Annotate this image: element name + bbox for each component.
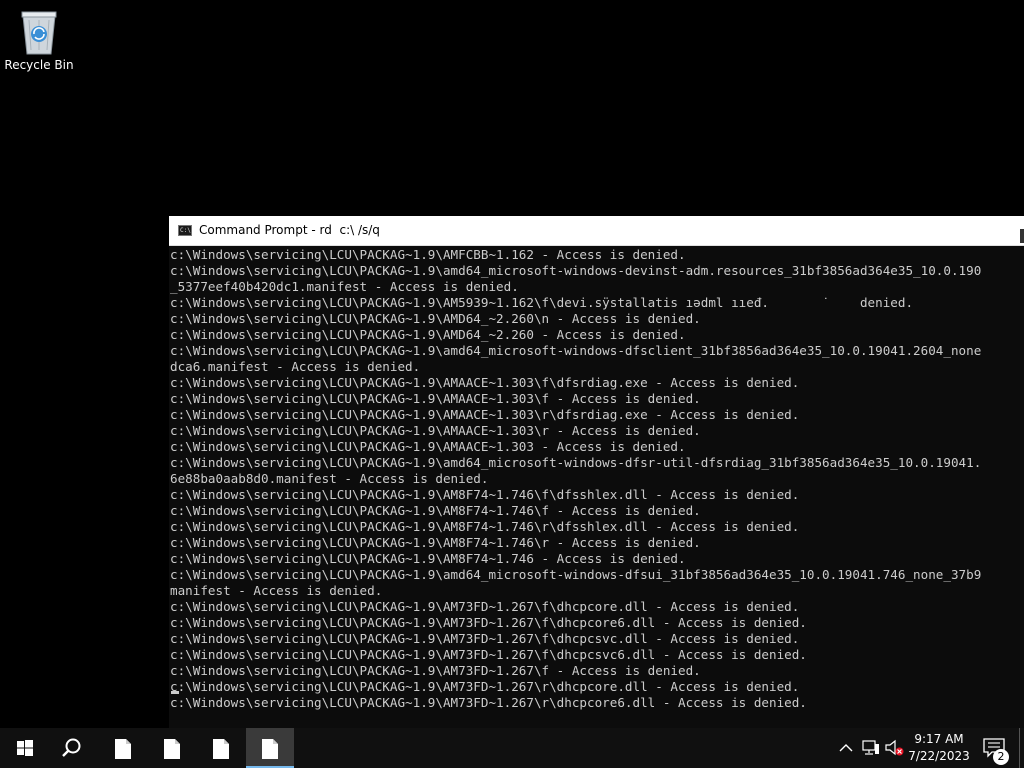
console-line: c:\Windows\servicing\LCU\PACKAG~1.9\AMD6… [170,311,701,326]
command-prompt-window[interactable]: C:\ Command Prompt - rd c:\ /s/q c:\Wind… [169,216,1024,728]
window-titlebar[interactable]: C:\ Command Prompt - rd c:\ /s/q [169,216,1024,246]
console-line: c:\Windows\servicing\LCU\PACKAG~1.9\AM73… [170,647,807,662]
clock-time: 9:17 AM [914,732,964,746]
document-icon [262,739,278,759]
show-desktop-button[interactable] [1019,728,1024,768]
taskbar-app-2[interactable] [147,728,195,768]
text-cursor [171,691,179,694]
console-line: manifest - Access is denied. [170,583,383,598]
console-line: c:\Windows\servicing\LCU\PACKAG~1.9\AMAA… [170,375,800,390]
document-icon [213,739,229,759]
console-line: c:\Windows\servicing\LCU\PACKAG~1.9\AM8F… [170,551,686,566]
cmd-window-icon: C:\ [178,225,192,236]
console-line: c:\Windows\servicing\LCU\PACKAG~1.9\AM73… [170,663,701,678]
taskbar-app-1[interactable] [98,728,146,768]
console-line: c:\Windows\servicing\LCU\PACKAG~1.9\AM8F… [170,503,701,518]
network-icon[interactable] [862,740,880,756]
notification-count-badge: 2 [993,749,1009,765]
console-line: c:\Windows\servicing\LCU\PACKAG~1.9\amd6… [170,567,982,582]
console-line: c:\Windows\servicing\LCU\PACKAG~1.9\AM73… [170,599,800,614]
document-icon [164,739,180,759]
console-line: c:\Windows\servicing\LCU\PACKAG~1.9\AM59… [170,295,914,310]
window-title: Command Prompt - rd c:\ /s/q [199,223,380,237]
volume-muted-icon[interactable] [885,739,905,757]
recycle-bin-label: Recycle Bin [4,58,74,72]
console-output[interactable]: c:\Windows\servicing\LCU\PACKAG~1.9\AMFC… [170,247,1024,727]
console-line: c:\Windows\servicing\LCU\PACKAG~1.9\amd6… [170,455,982,470]
clock[interactable]: 9:17 AM 7/22/2023 [908,731,970,765]
console-line: c:\Windows\servicing\LCU\PACKAG~1.9\AMAA… [170,439,686,454]
titlebar-edge [1020,229,1024,243]
document-icon [115,739,131,759]
console-line: c:\Windows\servicing\LCU\PACKAG~1.9\amd6… [170,263,982,278]
console-line: c:\Windows\servicing\LCU\PACKAG~1.9\AMAA… [170,423,701,438]
console-line: c:\Windows\servicing\LCU\PACKAG~1.9\AM73… [170,695,807,710]
system-tray [835,728,910,768]
console-line: c:\Windows\servicing\LCU\PACKAG~1.9\AM8F… [170,519,800,534]
console-line: c:\Windows\servicing\LCU\PACKAG~1.9\AMD6… [170,327,686,342]
console-line: c:\Windows\servicing\LCU\PACKAG~1.9\AM73… [170,631,800,646]
console-line: c:\Windows\servicing\LCU\PACKAG~1.9\AM8F… [170,535,701,550]
console-line: c:\Windows\servicing\LCU\PACKAG~1.9\AMAA… [170,407,800,422]
console-line: 6e88ba0aab8d0.manifest - Access is denie… [170,471,489,486]
clock-date: 7/22/2023 [908,749,970,763]
console-line: c:\Windows\servicing\LCU\PACKAG~1.9\AM73… [170,615,807,630]
search-icon [62,738,81,757]
chevron-up-icon[interactable] [839,741,853,755]
console-line: _5377eef40b420dc1.manifest - Access is d… [170,279,519,294]
console-line: c:\Windows\servicing\LCU\PACKAG~1.9\amd6… [170,343,982,358]
desktop-icon-recycle-bin[interactable]: Recycle Bin [4,6,74,72]
console-line: dca6.manifest - Access is denied. [170,359,421,374]
windows-start-icon [17,740,33,756]
console-line: c:\Windows\servicing\LCU\PACKAG~1.9\AM73… [170,679,800,694]
console-line: c:\Windows\servicing\LCU\PACKAG~1.9\AMFC… [170,247,686,262]
console-line: c:\Windows\servicing\LCU\PACKAG~1.9\AM8F… [170,487,800,502]
start-button[interactable] [0,728,48,768]
console-line: c:\Windows\servicing\LCU\PACKAG~1.9\AMAA… [170,391,701,406]
recycle-bin-icon [17,6,61,56]
taskbar: 9:17 AM 7/22/2023 2 [0,728,1024,768]
search-button[interactable] [48,728,96,768]
taskbar-app-4-active[interactable] [246,728,294,768]
taskbar-app-3[interactable] [196,728,244,768]
